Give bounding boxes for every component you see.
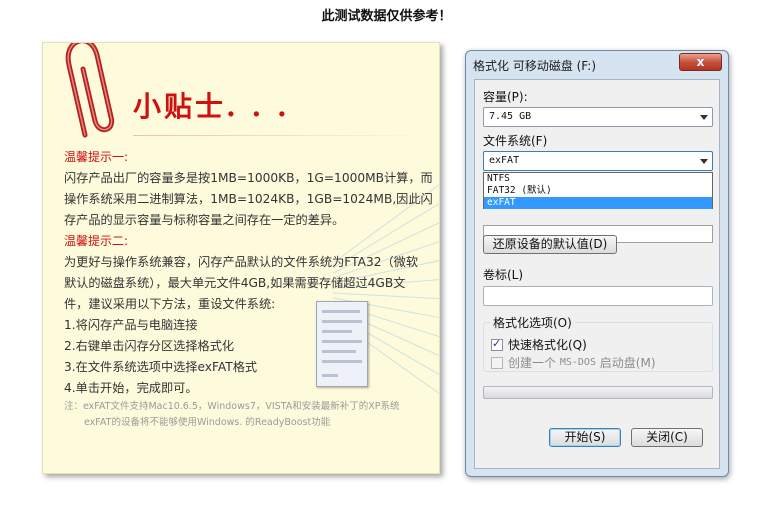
quick-format-option[interactable]: 快速格式化(Q) (491, 336, 587, 353)
capacity-label: 容量(P): (483, 90, 528, 104)
quick-format-checkbox[interactable] (491, 337, 503, 351)
dropdown-option-selected[interactable]: exFAT (484, 197, 712, 209)
tip-two-body: 为更好与操作系统兼容，闪存产品默认的文件系统为FTA32（微软默认的磁盘系统），… (64, 255, 419, 311)
tip-two: 温馨提示二: 为更好与操作系统兼容，闪存产品默认的文件系统为FTA32（微软默认… (64, 231, 434, 399)
chevron-down-icon (700, 159, 708, 164)
tip-one-body: 闪存产品出厂的容量多是按1MB=1000KB，1G=1000MB计算，而操作系统… (64, 171, 433, 227)
tips-card: 小贴士. . . 温馨提示一: 闪存产品出厂的容量多是按1MB=1000KB，1… (42, 42, 440, 474)
dropdown-option[interactable]: FAT32 (默认) (484, 185, 712, 197)
dropdown-option[interactable]: NTFS (484, 173, 712, 185)
tip-two-heading: 温馨提示二: (64, 234, 129, 248)
msdos-boot-checkbox (491, 356, 503, 369)
tips-title: 小贴士. . . (133, 90, 290, 123)
volume-label-input[interactable] (483, 286, 713, 306)
note-line: 注：exFAT文件支持Mac10.6.5，Windows7，VISTA和安装最新… (64, 401, 400, 412)
volume-label-label: 卷标(L) (483, 268, 524, 282)
format-dialog: 格式化 可移动磁盘 (F:) x 容量(P): 7.45 GB 文件系统(F) … (465, 50, 729, 477)
capacity-value: 7.45 GB (489, 111, 532, 122)
dialog-title: 格式化 可移动磁盘 (F:) (473, 59, 597, 73)
msdos-label-prefix: 创建一个 (508, 356, 557, 370)
msdos-label-suffix: 启动盘(M) (599, 356, 656, 370)
format-options-label: 格式化选项(O) (490, 314, 575, 331)
tip-one-heading: 温馨提示一: (64, 150, 129, 164)
tip-one: 温馨提示一: 闪存产品出厂的容量多是按1MB=1000KB，1G=1000MB计… (64, 147, 434, 231)
step-item: 2.右键单击闪存分区选择格式化 (64, 339, 235, 353)
close-button[interactable]: 关闭(C) (631, 428, 703, 447)
dialog-body: 容量(P): 7.45 GB 文件系统(F) exFAT NTFS FAT32 … (474, 79, 720, 469)
start-button[interactable]: 开始(S) (549, 428, 621, 447)
step-item: 1.将闪存产品与电脑连接 (64, 318, 198, 332)
chevron-down-icon (700, 115, 708, 120)
step-item: 3.在文件系统选项中选择exFAT格式 (64, 360, 258, 374)
restore-defaults-button[interactable]: 还原设备的默认值(D) (483, 235, 617, 254)
format-dialog-thumbnail (316, 301, 368, 387)
close-window-button[interactable]: x (679, 53, 722, 71)
filesystem-value: exFAT (489, 155, 520, 166)
dialog-titlebar[interactable]: 格式化 可移动磁盘 (F:) x (466, 51, 728, 77)
msdos-label-mono: MS-DOS (559, 357, 596, 368)
step-item: 4.单击开始，完成即可。 (64, 381, 198, 395)
paperclip-icon (65, 43, 115, 138)
disclaimer-heading: 此测试数据仅供参考！ (321, 9, 452, 24)
filesystem-label: 文件系统(F) (483, 134, 548, 148)
compatibility-note: 注：exFAT文件支持Mac10.6.5，Windows7，VISTA和安装最新… (64, 399, 424, 431)
format-progress-bar (483, 386, 713, 399)
note-line: exFAT的设备将不能够使用Windows. 的ReadyBoost功能 (84, 417, 331, 428)
filesystem-select[interactable]: exFAT (483, 151, 713, 171)
filesystem-dropdown-list: NTFS FAT32 (默认) exFAT (483, 172, 713, 209)
quick-format-label: 快速格式化(Q) (508, 338, 587, 352)
title-divider (133, 135, 433, 136)
capacity-select[interactable]: 7.45 GB (483, 107, 713, 127)
msdos-boot-option: 创建一个 MS-DOS 启动盘(M) (491, 354, 656, 371)
